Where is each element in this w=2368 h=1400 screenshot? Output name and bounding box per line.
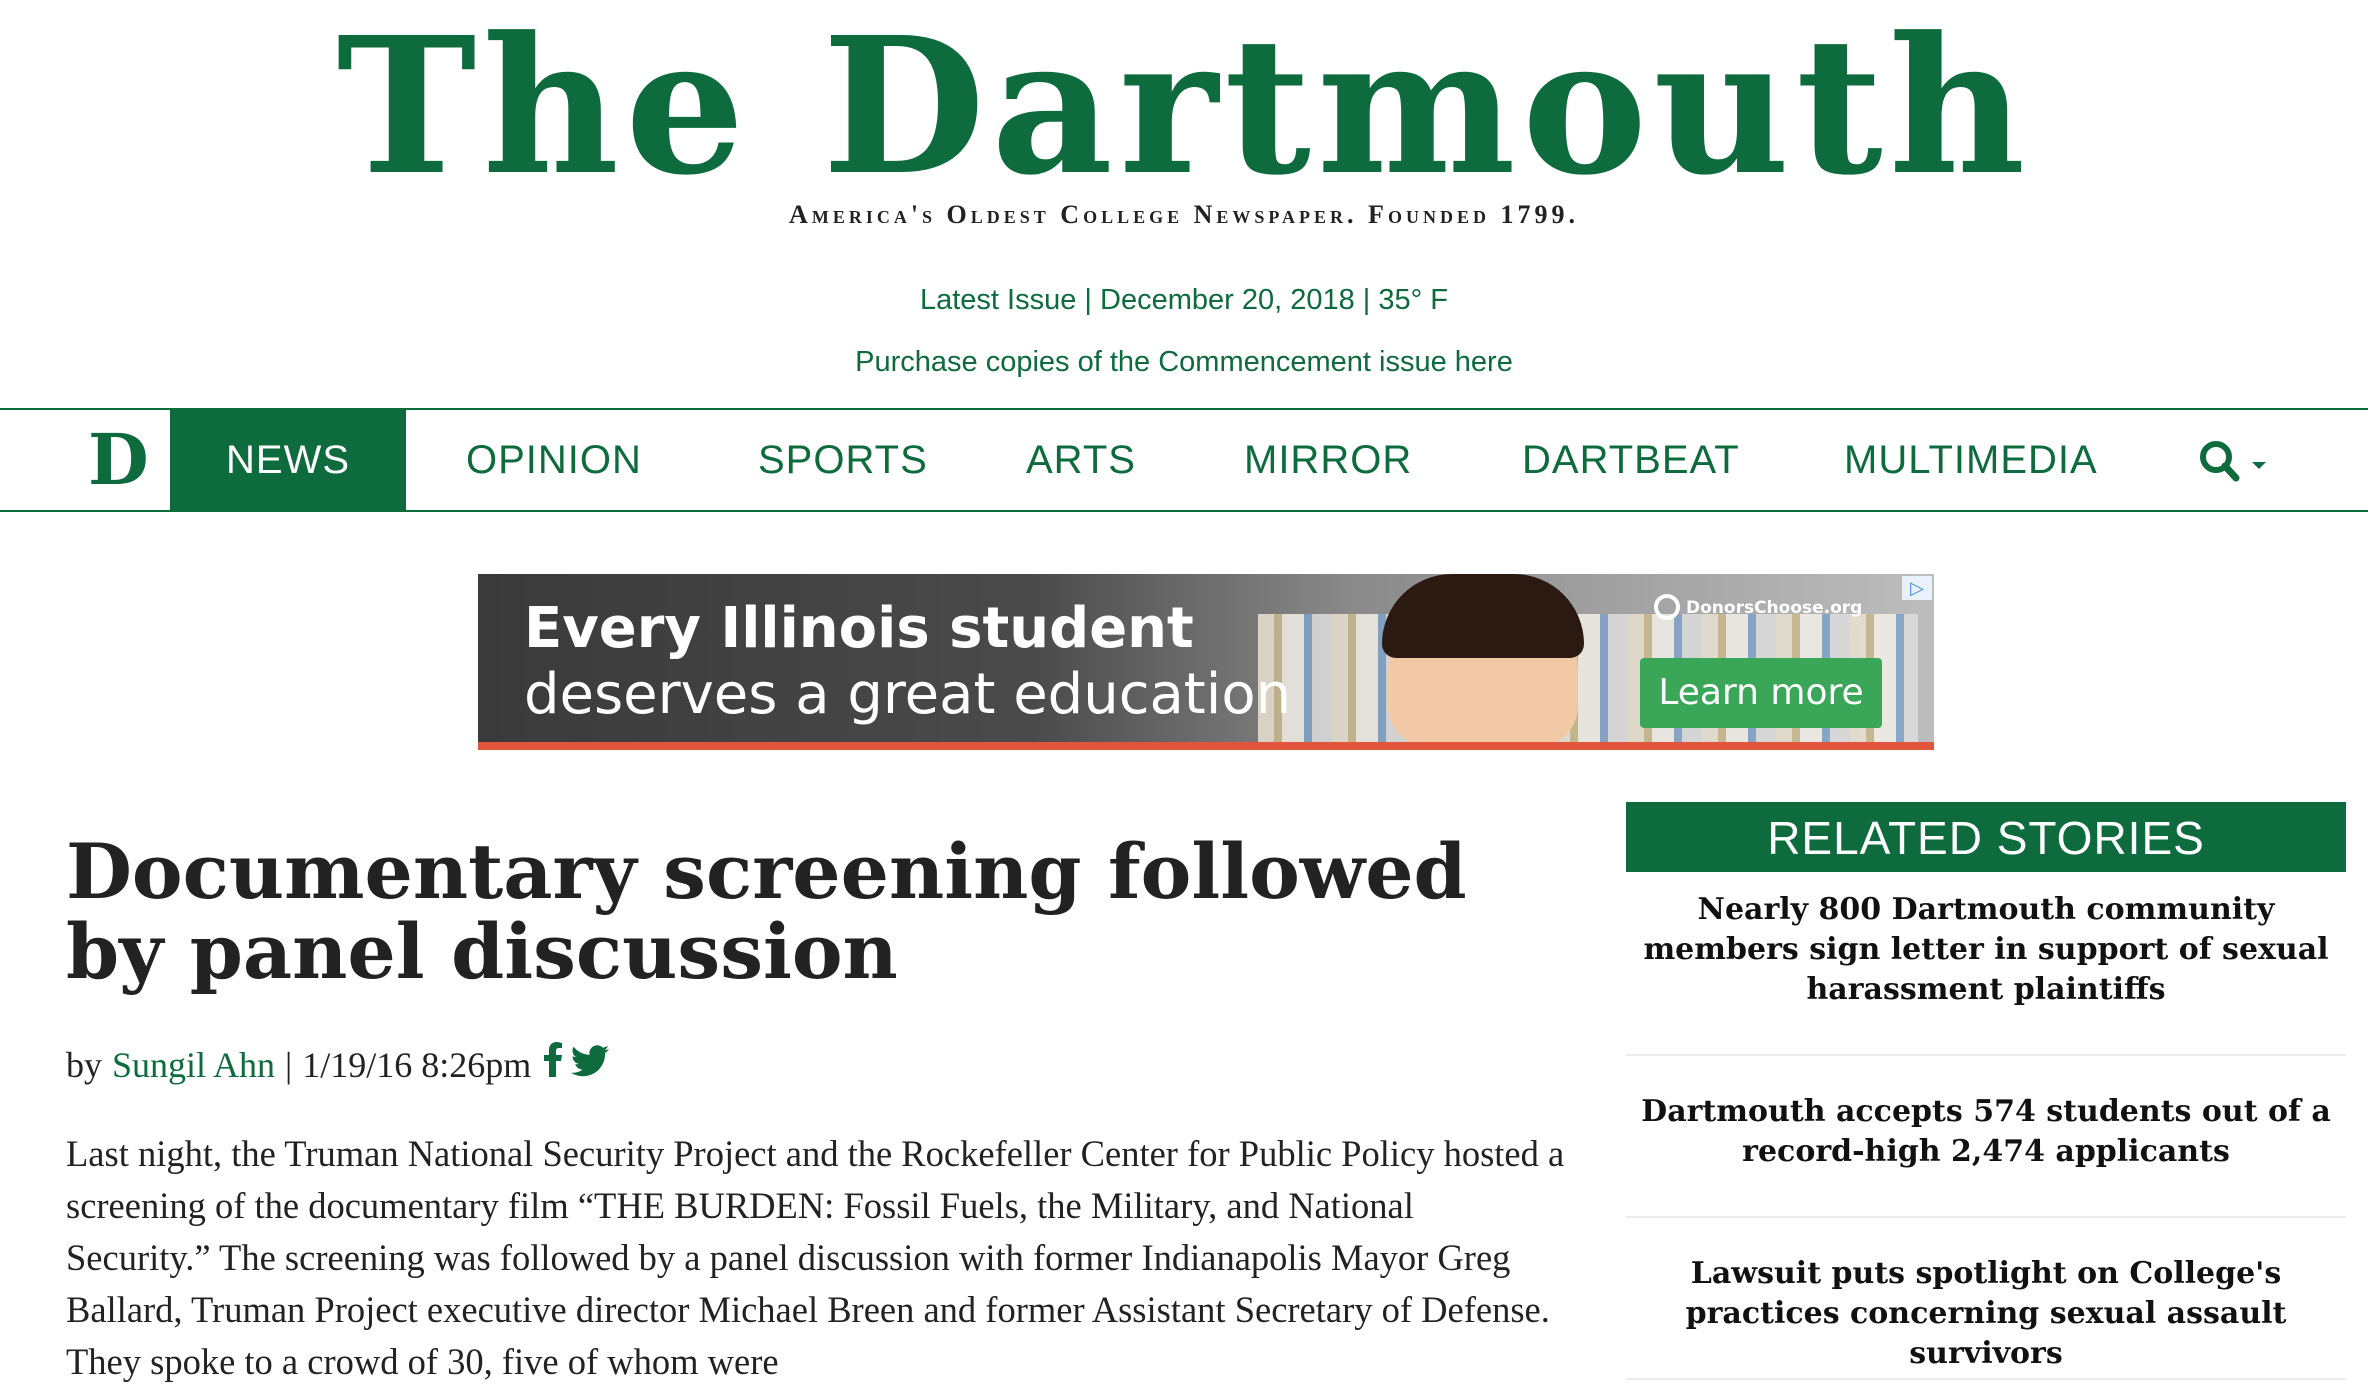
nav-item-arts[interactable]: ARTS [1026, 410, 1136, 510]
ad-banner[interactable]: Every Illinois student deserves a great … [478, 574, 1934, 750]
ad-learn-more-button[interactable]: Learn more [1640, 658, 1882, 728]
twitter-icon [571, 1045, 610, 1077]
issue-date: December 20, 2018 [1100, 284, 1355, 316]
adchoices-icon[interactable]: ▷ [1902, 576, 1932, 600]
related-divider [1626, 1216, 2346, 1218]
nav-item-dartbeat[interactable]: DARTBEAT [1522, 410, 1740, 510]
related-story-link[interactable]: Lawsuit puts spotlight on College's prac… [1626, 1254, 2346, 1374]
caret-down-icon [2252, 462, 2266, 469]
nav-item-sports[interactable]: SPORTS [758, 410, 928, 510]
byline-by: by [66, 1045, 102, 1085]
related-divider [1626, 1378, 2346, 1380]
masthead: The Dartmouth America's Oldest College N… [0, 0, 2368, 408]
ad-brand: DonorsChoose.org [1686, 598, 1863, 618]
nav-home-logo[interactable]: D [88, 422, 149, 498]
author-link[interactable]: Sungil Ahn [112, 1040, 275, 1090]
site-tagline: America's Oldest College Newspaper. Foun… [789, 200, 1579, 229]
ad-bottom-stripe [478, 742, 1934, 750]
related-divider [1626, 1054, 2346, 1056]
nav-item-multimedia[interactable]: MULTIMEDIA [1844, 410, 2098, 510]
main-nav: D NEWS OPINION SPORTS ARTS MIRROR DARTBE… [0, 408, 2368, 512]
nav-item-opinion[interactable]: OPINION [466, 410, 642, 510]
nav-item-mirror[interactable]: MIRROR [1244, 410, 1412, 510]
byline-separator: | [285, 1045, 293, 1085]
latest-issue-link[interactable]: Latest Issue [920, 284, 1076, 316]
issue-info: Latest Issue | December 20, 2018 | 35° F [0, 284, 2368, 317]
article-headline: Documentary screening followed by panel … [66, 827, 1467, 996]
site-logo[interactable]: The Dartmouth [0, 12, 2368, 202]
donorschoose-logo-icon [1654, 594, 1680, 620]
issue-separator: | [1084, 284, 1100, 316]
facebook-share-button[interactable] [543, 1040, 563, 1090]
search-dropdown-button[interactable] [2196, 438, 2276, 486]
ad-headline-line2: deserves a great education [524, 662, 1292, 727]
related-story-link[interactable]: Dartmouth accepts 574 students out of a … [1626, 1092, 2346, 1172]
article-byline: by Sungil Ahn | 1/19/16 8:26pm [66, 1040, 610, 1090]
related-stories-title: RELATED STORIES [1626, 802, 2346, 872]
article-timestamp: 1/19/16 8:26pm [302, 1045, 532, 1085]
related-story-link[interactable]: Nearly 800 Dartmouth community members s… [1626, 890, 2346, 1010]
issue-separator: | [1362, 284, 1379, 316]
twitter-share-button[interactable] [571, 1040, 610, 1090]
purchase-commencement-link[interactable]: Purchase copies of the Commencement issu… [0, 346, 2368, 379]
nav-item-news[interactable]: NEWS [170, 410, 406, 510]
facebook-icon [544, 1042, 563, 1077]
search-icon [2200, 441, 2266, 482]
ad-headline-line1: Every Illinois student [524, 596, 1194, 661]
article-body: Last night, the Truman National Security… [66, 1133, 1565, 1382]
related-stories: RELATED STORIES Nearly 800 Dartmouth com… [1626, 802, 2346, 1380]
weather-temperature: 35° F [1378, 284, 1449, 316]
ad-child-image-hair [1382, 574, 1584, 658]
